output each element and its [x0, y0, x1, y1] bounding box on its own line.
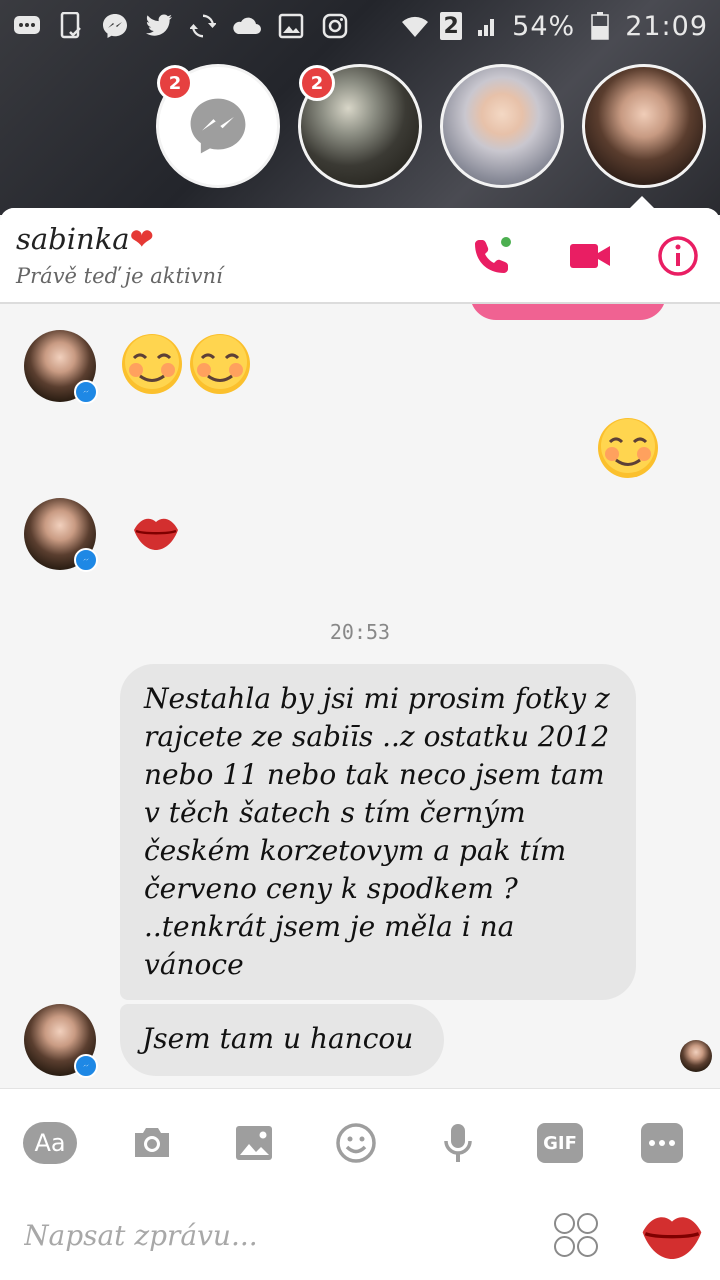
- smiley-icon: [336, 1123, 376, 1163]
- blush-emoji-icon: [190, 334, 250, 394]
- message-text: Jsem tam u hancou: [142, 1022, 414, 1055]
- message-timestamp: 20:53: [329, 620, 391, 644]
- sticker-button[interactable]: [554, 1213, 598, 1257]
- seen-indicator-avatar: [680, 1040, 712, 1072]
- gallery-button[interactable]: [226, 1115, 282, 1171]
- phone-icon: [475, 237, 511, 273]
- image-icon: [236, 1126, 272, 1160]
- gif-button[interactable]: GIF: [532, 1115, 588, 1171]
- camera-button[interactable]: [124, 1115, 180, 1171]
- chat-window: sabinka❤ Právě teď je aktivní 20:53 Nest…: [0, 208, 720, 1280]
- image-icon: [276, 11, 306, 41]
- cloud-icon: [232, 11, 262, 41]
- video-call-button[interactable]: [568, 234, 612, 278]
- microphone-icon: [444, 1124, 472, 1162]
- wifi-icon: [400, 11, 430, 41]
- instagram-icon: [320, 11, 350, 41]
- unread-badge: 2: [157, 65, 193, 101]
- heart-emoji: ❤: [129, 222, 154, 256]
- chat-heads-row: 2 2: [156, 64, 706, 188]
- messenger-icon: [100, 11, 130, 41]
- messenger-badge-icon: [74, 1054, 98, 1078]
- sticker-face-icon: [554, 1213, 575, 1234]
- aa-label: Aa: [23, 1122, 77, 1164]
- battery-level: 54%: [512, 10, 576, 42]
- contact-name[interactable]: sabinka❤: [16, 222, 154, 256]
- voice-message-button[interactable]: [430, 1115, 486, 1171]
- contact-head-2[interactable]: [440, 64, 564, 188]
- signal-icon: [472, 11, 502, 41]
- sync-icon: [188, 11, 218, 41]
- messenger-badge-icon: [74, 380, 98, 404]
- conversation-header: sabinka❤ Právě teď je aktivní: [0, 208, 720, 304]
- status-bar: 2 54% 21:09: [0, 0, 720, 52]
- incoming-message-bubble[interactable]: Jsem tam u hancou: [120, 1004, 444, 1076]
- quick-reaction-lips-button[interactable]: [640, 1207, 704, 1263]
- chat-notification-icon: [12, 11, 42, 41]
- message-input[interactable]: [24, 1213, 524, 1257]
- kiss-lips-icon: [134, 518, 178, 550]
- contact-head-active[interactable]: [582, 64, 706, 188]
- blush-emoji-icon: [598, 418, 658, 478]
- message-text: Nestahla by jsi mi prosim fotky z rajcet…: [144, 682, 610, 981]
- more-options-button[interactable]: [634, 1115, 690, 1171]
- message-composer: Aa GIF Napsat zprávu...: [0, 1088, 720, 1280]
- incoming-message-bubble[interactable]: Nestahla by jsi mi prosim fotky z rajcet…: [120, 664, 636, 1000]
- contact-head-1[interactable]: 2: [298, 64, 422, 188]
- phone-check-icon: [56, 11, 86, 41]
- contact-name-text: sabinka: [16, 222, 130, 256]
- camera-icon: [135, 1128, 169, 1157]
- battery-icon: [585, 11, 615, 41]
- messenger-head[interactable]: 2: [156, 64, 280, 188]
- text-format-button[interactable]: Aa: [22, 1115, 78, 1171]
- voice-call-button[interactable]: [470, 234, 514, 278]
- emoji-button[interactable]: [328, 1115, 384, 1171]
- gif-label: GIF: [537, 1123, 583, 1163]
- more-dots-icon: [641, 1123, 683, 1163]
- composer-toolbar: Aa GIF: [0, 1115, 720, 1171]
- clock: 21:09: [625, 10, 708, 42]
- messenger-badge-icon: [74, 548, 98, 572]
- sim-indicator: 2: [440, 12, 463, 40]
- info-icon: [658, 236, 698, 276]
- blush-emoji-icon: [122, 334, 182, 394]
- unread-badge: 2: [299, 65, 335, 101]
- active-status: Právě teď je aktivní: [16, 264, 223, 288]
- sticker-face-icon: [577, 1236, 598, 1257]
- sticker-face-icon: [577, 1213, 598, 1234]
- sticker-face-icon: [554, 1236, 575, 1257]
- twitter-icon: [144, 11, 174, 41]
- messenger-logo-icon: [190, 98, 246, 154]
- sender-avatar[interactable]: [24, 330, 98, 404]
- video-camera-icon: [570, 244, 610, 268]
- sender-avatar[interactable]: [24, 498, 98, 572]
- info-button[interactable]: [656, 234, 700, 278]
- sender-avatar[interactable]: [24, 1004, 98, 1078]
